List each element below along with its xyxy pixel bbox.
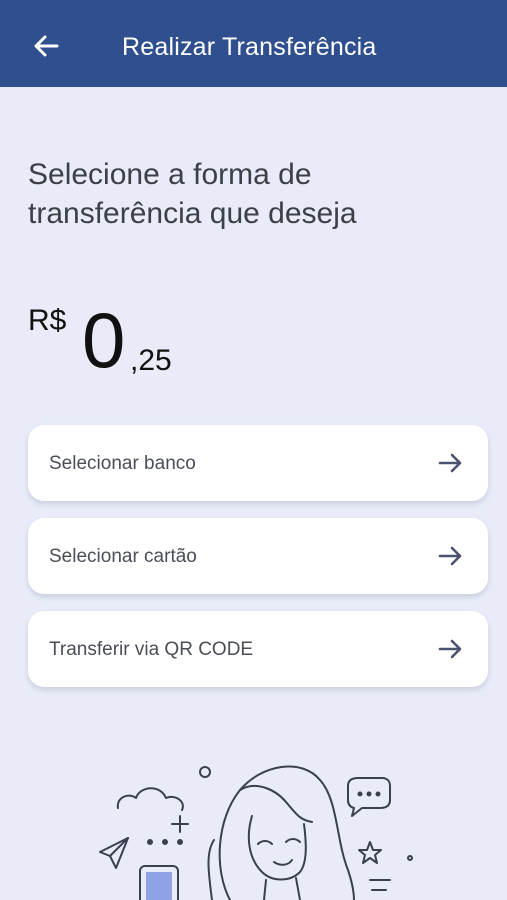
- select-bank-option[interactable]: Selecionar banco: [28, 425, 488, 501]
- page-title: Realizar Transferência: [122, 33, 377, 61]
- select-card-option[interactable]: Selecionar cartão: [28, 518, 488, 594]
- app-bar: Realizar Transferência: [0, 0, 507, 87]
- amount-decimal: ,25: [130, 344, 172, 377]
- person-illustration: [99, 765, 413, 900]
- instruction-heading: Selecione a forma de transferência que d…: [28, 158, 357, 230]
- option-label: Selecionar cartão: [49, 546, 197, 567]
- arrow-right-icon: [438, 453, 462, 473]
- arrow-left-icon: [34, 35, 59, 57]
- option-label: Selecionar banco: [49, 453, 196, 474]
- currency-symbol: R$: [28, 304, 67, 337]
- option-label: Transferir via QR CODE: [49, 639, 254, 660]
- back-button[interactable]: [30, 30, 62, 62]
- qr-code-option[interactable]: Transferir via QR CODE: [28, 611, 488, 687]
- amount-integer: 0: [82, 296, 126, 384]
- arrow-right-icon: [438, 546, 462, 566]
- arrow-right-icon: [438, 639, 462, 659]
